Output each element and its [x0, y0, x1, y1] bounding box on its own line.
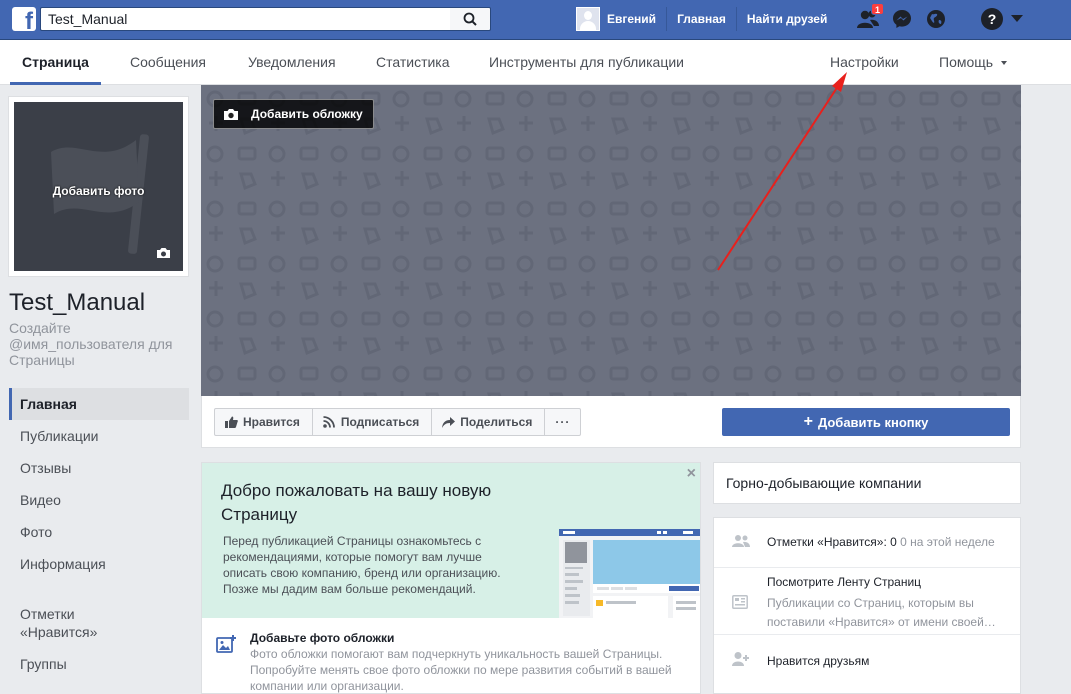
globe-icon — [927, 10, 945, 28]
left-nav-item-groups[interactable]: Группы — [9, 648, 189, 680]
invite-friends-label: Нравится друзьям — [767, 654, 870, 668]
search-icon — [463, 12, 477, 26]
share-label: Поделиться — [460, 415, 533, 429]
search-input[interactable]: Test_Manual — [40, 7, 450, 31]
news-feed-icon — [732, 595, 748, 609]
tab-publishing-tools[interactable]: Инструменты для публикации — [489, 40, 684, 85]
search-button[interactable] — [450, 7, 491, 31]
friend-requests-button[interactable]: 1 — [856, 3, 884, 31]
tab-page[interactable]: Страница — [10, 40, 101, 85]
pages-feed-text: Публикации со Страниц, которым вы постав… — [767, 596, 996, 629]
likes-label: Отметки «Нравится»: — [767, 535, 887, 549]
thumbs-up-icon — [225, 416, 238, 428]
tab-notifications[interactable]: Уведомления — [248, 40, 336, 85]
pages-feed-row[interactable]: Посмотрите Ленту Страниц Публикации со С… — [714, 568, 1020, 635]
add-photo-label: Добавить фото — [52, 184, 145, 198]
top-icons: 1 — [856, 3, 958, 31]
close-icon[interactable]: × — [687, 465, 696, 483]
page-stats-card: Отметки «Нравится»: 0 0 на этой неделе П… — [713, 517, 1021, 694]
pages-feed-title: Посмотрите Ленту Страниц — [767, 575, 922, 589]
people-icon — [732, 535, 750, 547]
profile-picture-placeholder: Добавить фото — [14, 102, 183, 271]
page-preview-illustration — [559, 529, 700, 618]
left-nav-item-reviews[interactable]: Отзывы — [9, 452, 189, 484]
add-button-cta[interactable]: + Добавить кнопку — [722, 408, 1010, 436]
left-nav-item-likes[interactable]: Отметки «Нравится» — [9, 598, 129, 648]
add-cover-label: Добавить обложку — [251, 107, 363, 121]
left-nav-item-posts[interactable]: Публикации — [9, 420, 189, 452]
chevron-down-icon — [1001, 61, 1008, 66]
left-nav-item-videos[interactable]: Видео — [9, 484, 189, 516]
add-button-label: Добавить кнопку — [817, 414, 929, 430]
page-action-bar: Нравится Подписаться Поделиться ··· + До… — [201, 396, 1021, 448]
likes-stat-text: Отметки «Нравится»: 0 0 на этой неделе — [767, 535, 995, 549]
facebook-logo-icon[interactable]: f — [12, 7, 36, 34]
create-username-link[interactable]: Создайте @имя_пользователя для Страницы — [9, 320, 184, 368]
cover-photo-area[interactable]: Добавить обложку — [201, 85, 1021, 396]
left-nav-item-about[interactable]: Информация — [9, 548, 114, 598]
profile-link[interactable]: Евгений — [600, 7, 668, 31]
likes-stat-row[interactable]: Отметки «Нравится»: 0 0 на этой неделе — [714, 518, 1020, 568]
profile-picture-box[interactable]: Добавить фото — [8, 96, 189, 277]
add-friend-icon — [732, 652, 749, 666]
tab-settings[interactable]: Настройки — [830, 40, 899, 85]
invite-friends-row[interactable]: Нравится друзьям — [714, 635, 1020, 693]
tab-help-label: Помощь — [939, 54, 994, 70]
top-user-area: Евгений Главная Найти друзей — [576, 7, 837, 31]
camera-icon — [224, 108, 238, 120]
camera-icon[interactable] — [156, 247, 171, 259]
account-menu-chevron-down-icon[interactable] — [1011, 15, 1023, 22]
share-arrow-icon — [442, 416, 456, 428]
like-button[interactable]: Нравится — [214, 408, 313, 436]
tip-text: Фото обложки помогают вам подчеркнуть ун… — [250, 647, 672, 693]
like-label: Нравится — [243, 415, 300, 429]
plus-icon: + — [803, 413, 813, 430]
cover-pattern — [201, 85, 1021, 396]
rss-icon — [323, 416, 335, 428]
add-photo-icon — [216, 635, 236, 653]
left-navigation: Главная Публикации Отзывы Видео Фото Инф… — [9, 388, 189, 680]
home-link[interactable]: Главная — [667, 7, 737, 31]
tab-help[interactable]: Помощь — [939, 40, 1008, 85]
page-category[interactable]: Горно-добывающие компании — [713, 462, 1021, 504]
find-friends-link[interactable]: Найти друзей — [737, 7, 837, 31]
messages-button[interactable] — [890, 7, 914, 31]
likes-count: 0 — [890, 535, 897, 549]
left-nav-item-photos[interactable]: Фото — [9, 516, 189, 548]
share-button[interactable]: Поделиться — [431, 408, 546, 436]
welcome-text: Перед публикацией Страницы ознакомьтесь … — [223, 534, 501, 596]
more-options-button[interactable]: ··· — [544, 408, 582, 436]
action-button-group: Нравится Подписаться Поделиться ··· — [214, 408, 582, 436]
tab-insights[interactable]: Статистика — [376, 40, 450, 85]
welcome-title: Добро пожаловать на вашу новую Страницу — [221, 481, 492, 524]
welcome-card: Добро пожаловать на вашу новую Страницу … — [201, 462, 701, 694]
page-navigation: Страница Сообщения Уведомления Статистик… — [0, 40, 1071, 85]
left-nav-item-home[interactable]: Главная — [9, 388, 189, 420]
tab-messages[interactable]: Сообщения — [130, 40, 206, 85]
notifications-button[interactable] — [924, 7, 948, 31]
welcome-header: Добро пожаловать на вашу новую Страницу … — [202, 463, 700, 618]
help-icon[interactable]: ? — [981, 8, 1003, 30]
top-bar: f Test_Manual Евгений Главная Найти друз… — [0, 0, 1071, 40]
messenger-icon — [893, 10, 911, 28]
notification-badge: 1 — [870, 3, 884, 15]
page-title[interactable]: Test_Manual — [9, 289, 145, 317]
tip-title: Добавьте фото обложки — [250, 631, 395, 645]
follow-button[interactable]: Подписаться — [311, 408, 433, 436]
avatar[interactable] — [576, 7, 600, 31]
add-cover-button[interactable]: Добавить обложку — [213, 99, 374, 129]
likes-week: 0 на этой неделе — [900, 535, 995, 549]
follow-label: Подписаться — [340, 415, 420, 429]
